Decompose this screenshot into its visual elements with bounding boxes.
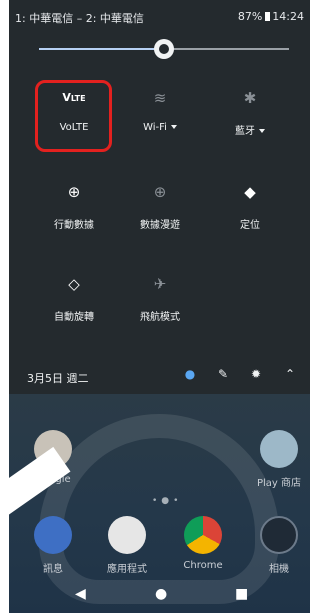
- chrome-icon: [184, 516, 222, 554]
- volte-highlight-box: [35, 80, 112, 152]
- edit-icon[interactable]: ✎: [214, 367, 232, 381]
- app-drawer-icon: [108, 516, 146, 554]
- tile-label: 行動數據: [54, 220, 94, 231]
- app-drawer[interactable]: 應用程式: [95, 516, 159, 575]
- app-play-store[interactable]: Play 商店: [247, 430, 310, 489]
- tile-label: 定位: [240, 220, 260, 231]
- battery-percent: 87%: [237, 10, 263, 23]
- brightness-thumb-icon[interactable]: [154, 39, 174, 59]
- app-messages[interactable]: 訊息: [21, 516, 85, 575]
- quick-settings-panel: 1: 中華電信 – 2: 中華電信 87% 14:24 VLTE VoLTE ≋ …: [9, 0, 310, 613]
- tile-label: 飛航模式: [140, 312, 180, 323]
- home-screen: Google Play 商店 •●• 訊息 應用程式 Chrome 相機 ◀ ●…: [9, 394, 310, 613]
- app-label: Chrome: [183, 560, 223, 571]
- tile-location[interactable]: ◆ 定位: [205, 180, 295, 240]
- status-bar: 1: 中華電信 – 2: 中華電信 87% 14:24: [9, 0, 310, 30]
- tile-mobile-data[interactable]: ⊕ 行動數據: [29, 180, 119, 240]
- tile-wifi[interactable]: ≋ Wi-Fi: [115, 86, 205, 146]
- app-chrome[interactable]: Chrome: [171, 516, 235, 571]
- tile-label: 自動旋轉: [54, 312, 94, 323]
- airplane-icon: ✈: [153, 275, 167, 293]
- messages-icon: [34, 516, 72, 554]
- app-label: 應用程式: [107, 564, 147, 575]
- status-right: 87% 14:24: [238, 10, 304, 23]
- camera-icon: [260, 516, 298, 554]
- tile-label: 藍牙: [235, 126, 255, 137]
- clock: 14:24: [272, 10, 304, 23]
- auto-rotate-icon: ◇: [68, 275, 80, 293]
- app-camera[interactable]: 相機: [247, 516, 310, 575]
- dropdown-caret-icon[interactable]: [259, 129, 265, 133]
- tile-label: 數據漫遊: [140, 220, 180, 231]
- dropdown-caret-icon[interactable]: [170, 125, 177, 129]
- tile-label-wrap[interactable]: 藍牙: [205, 122, 295, 137]
- battery-icon: [265, 12, 271, 21]
- app-label: 相機: [269, 564, 289, 575]
- brightness-track-filled: [39, 48, 156, 50]
- roaming-icon: ⊕: [153, 183, 167, 201]
- page-indicator: •●•: [152, 496, 183, 506]
- play-store-icon: [260, 430, 298, 468]
- panel-footer: 3月5日 週二 ● ✎ ✹ ⌃: [9, 358, 310, 394]
- location-off-icon: ◆: [244, 183, 256, 201]
- app-label: 訊息: [43, 564, 63, 575]
- navigation-bar: ◀ ● ■: [9, 578, 310, 613]
- tile-auto-rotate[interactable]: ◇ 自動旋轉: [29, 272, 119, 332]
- date-label: 3月5日 週二: [27, 372, 89, 385]
- bluetooth-off-icon: ✱: [243, 89, 257, 107]
- carrier-text: 1: 中華電信 – 2: 中華電信: [15, 12, 144, 25]
- home-icon[interactable]: ●: [155, 586, 167, 602]
- settings-gear-icon[interactable]: ✹: [247, 367, 265, 381]
- globe-icon: ⊕: [67, 183, 81, 201]
- brightness-track: [172, 48, 289, 50]
- tile-bluetooth[interactable]: ✱ 藍牙: [205, 86, 295, 146]
- user-icon[interactable]: ●: [181, 367, 199, 381]
- tile-data-roaming[interactable]: ⊕ 數據漫遊: [115, 180, 205, 240]
- brightness-slider[interactable]: [39, 36, 289, 62]
- tile-airplane-mode[interactable]: ✈ 飛航模式: [115, 272, 205, 332]
- collapse-chevron-icon[interactable]: ⌃: [281, 367, 299, 381]
- back-icon[interactable]: ◀: [75, 586, 86, 602]
- tile-label: Wi-Fi: [143, 122, 167, 133]
- recents-icon[interactable]: ■: [235, 586, 248, 602]
- tile-label-wrap[interactable]: Wi-Fi: [115, 122, 205, 133]
- app-label: Play 商店: [256, 478, 302, 489]
- wifi-off-icon: ≋: [153, 89, 167, 107]
